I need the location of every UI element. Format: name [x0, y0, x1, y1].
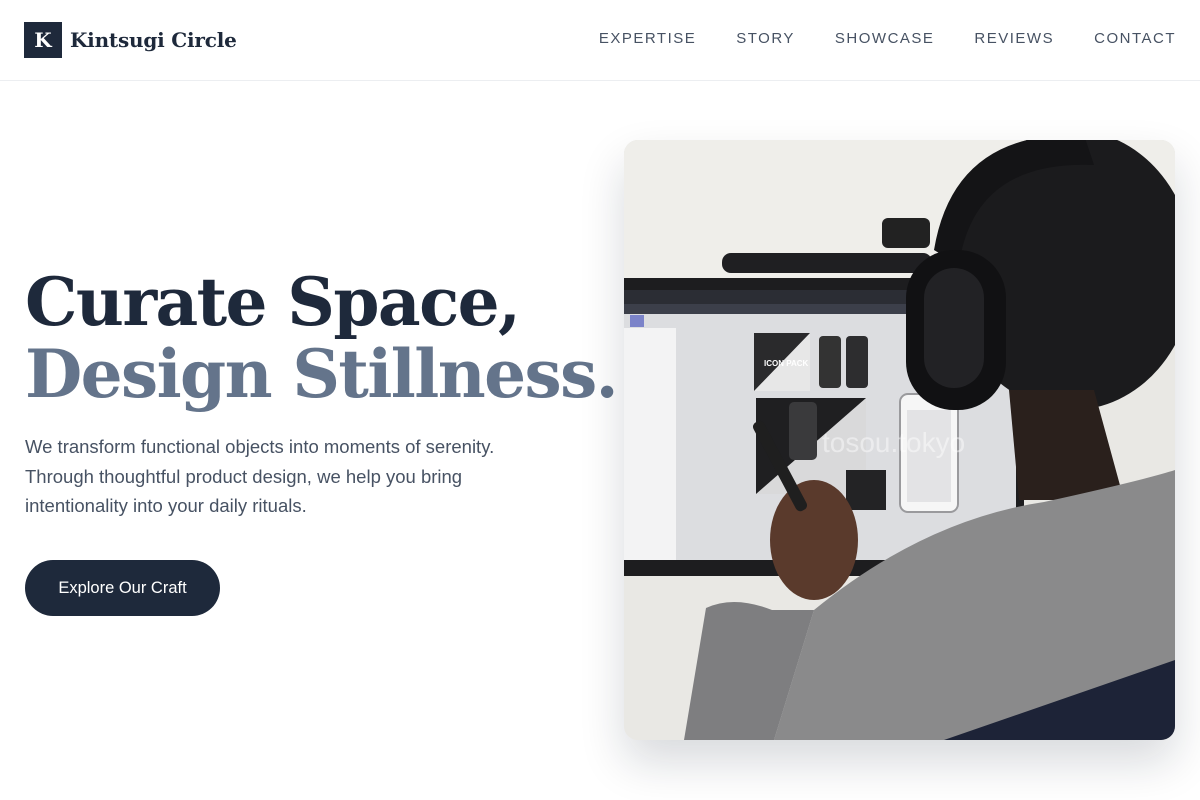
hero-headline-line2: Design Stillness. — [25, 335, 619, 413]
hero-photo-illustration: ICON PACK LG tosou.tokyo — [624, 140, 1175, 740]
explore-craft-button[interactable]: Explore Our Craft — [25, 560, 220, 616]
nav-item-contact[interactable]: CONTACT — [1094, 29, 1176, 49]
photo-watermark: tosou.tokyo — [822, 427, 965, 458]
brand-logo[interactable]: K Kintsugi Circle — [24, 22, 237, 58]
light-bar — [722, 253, 932, 273]
hero-description: We transform functional objects into mom… — [25, 436, 495, 516]
webcam-icon — [882, 218, 930, 248]
hero-headline: Curate Space, Design Stillness. — [25, 263, 619, 413]
brand-name: Kintsugi Circle — [70, 28, 237, 52]
screen-label: ICON PACK — [764, 359, 809, 368]
nav-item-expertise[interactable]: EXPERTISE — [599, 29, 696, 49]
hand — [770, 480, 858, 600]
logo-mark: K — [24, 22, 62, 58]
main-nav: EXPERTISE STORY SHOWCASE REVIEWS CONTACT — [599, 29, 1176, 49]
hero-headline-line1: Curate Space, — [25, 263, 521, 341]
hero-photo: ICON PACK LG tosou.tokyo — [624, 140, 1175, 740]
nav-item-story[interactable]: STORY — [736, 29, 795, 49]
nav-item-reviews[interactable]: REVIEWS — [974, 29, 1054, 49]
site-header: K Kintsugi Circle EXPERTISE STORY SHOWCA… — [0, 0, 1200, 81]
nav-item-showcase[interactable]: SHOWCASE — [835, 29, 935, 49]
